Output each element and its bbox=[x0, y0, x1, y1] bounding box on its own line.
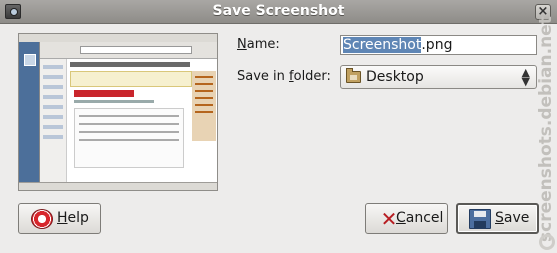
preview-right-menu bbox=[192, 71, 216, 141]
debian-swirl-icon bbox=[539, 234, 555, 250]
preview-sidebar bbox=[40, 59, 67, 182]
cancel-button-label: Cancel bbox=[396, 210, 444, 226]
preview-page-header bbox=[70, 62, 190, 67]
folder-label: Save in folder: bbox=[237, 69, 331, 84]
folder-icon bbox=[346, 68, 361, 83]
window-title: Save Screenshot bbox=[212, 3, 345, 19]
preview-text bbox=[74, 100, 154, 103]
lifebuoy-icon bbox=[31, 209, 53, 229]
preview-desktop bbox=[19, 42, 39, 182]
preview-desktop-icon bbox=[24, 54, 36, 66]
floppy-disk-icon bbox=[469, 209, 491, 229]
cancel-button[interactable]: ✕ Cancel bbox=[365, 203, 448, 234]
help-button-label: Help bbox=[57, 210, 89, 226]
preview-url-bar bbox=[80, 46, 192, 54]
folder-combo[interactable]: Desktop ▲ ▼ bbox=[340, 65, 537, 89]
folder-combo-value: Desktop bbox=[366, 69, 424, 85]
name-label: Name: bbox=[237, 37, 280, 52]
help-button[interactable]: Help bbox=[18, 203, 101, 234]
watermark: screenshots.debian.net bbox=[536, 16, 556, 252]
preview-notice bbox=[70, 71, 192, 87]
save-button-label: Save bbox=[495, 210, 530, 226]
screenshot-preview bbox=[18, 33, 218, 191]
preview-heading bbox=[74, 90, 134, 97]
preview-browser-window bbox=[39, 42, 217, 182]
up-down-arrows-icon: ▲ ▼ bbox=[521, 66, 530, 88]
save-button[interactable]: Save bbox=[456, 203, 539, 234]
watermark-text: screenshots.debian.net bbox=[536, 16, 556, 242]
title-bar: Save Screenshot × bbox=[0, 0, 557, 24]
name-field[interactable]: Screenshot.png bbox=[340, 35, 537, 55]
preview-browser-toolbar bbox=[40, 42, 217, 59]
name-selected-text: Screenshot bbox=[343, 37, 422, 53]
preview-edit-box bbox=[74, 108, 184, 168]
name-extension-text: .png bbox=[421, 37, 453, 53]
preview-bottom-panel bbox=[19, 182, 217, 190]
